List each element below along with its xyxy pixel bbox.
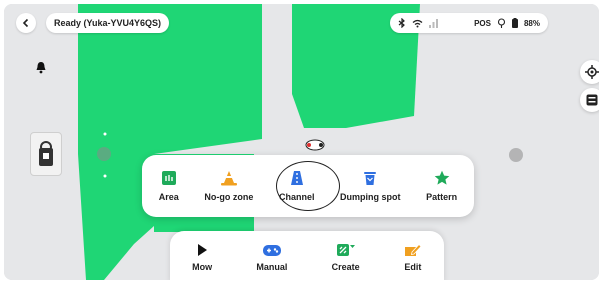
battery-percent: 88% xyxy=(523,18,540,28)
battery-icon xyxy=(511,18,518,28)
status-right-group: POS 88% xyxy=(390,13,548,33)
nav-create[interactable]: Create xyxy=(332,243,360,272)
bottom-navigation: Mow Manual Create Edit xyxy=(170,231,444,280)
path-marker xyxy=(103,132,107,136)
highlight-circle-annotation xyxy=(276,161,340,211)
tool-area[interactable]: Area xyxy=(159,170,179,202)
bluetooth-icon xyxy=(398,18,406,28)
locate-button[interactable] xyxy=(580,60,599,84)
gamepad-icon xyxy=(262,244,281,256)
traffic-cone-icon xyxy=(220,171,237,186)
back-button[interactable] xyxy=(16,13,36,33)
mower-robot xyxy=(305,139,325,151)
star-icon xyxy=(434,170,449,185)
tool-dumping-spot[interactable]: Dumping spot xyxy=(340,170,401,202)
tool-pattern[interactable]: Pattern xyxy=(426,170,457,202)
app-frame: Ready (Yuka-YVU4Y6QS) POS 88% Area No-go… xyxy=(4,4,599,280)
map-settings-button[interactable] xyxy=(580,88,599,112)
nav-mow-label: Mow xyxy=(192,261,213,272)
crosshair-icon xyxy=(585,65,599,79)
charging-station[interactable] xyxy=(30,132,62,176)
tool-no-go-zone[interactable]: No-go zone xyxy=(204,170,253,202)
status-left-group: Ready (Yuka-YVU4Y6QS) xyxy=(16,12,170,34)
bell-icon xyxy=(36,61,46,73)
path-marker xyxy=(103,174,107,178)
robot-status-pill[interactable]: Ready (Yuka-YVU4Y6QS) xyxy=(46,13,170,33)
nav-manual-label: Manual xyxy=(256,261,288,272)
create-icon xyxy=(336,243,355,256)
nav-mow[interactable]: Mow xyxy=(192,243,212,272)
nav-create-label: Create xyxy=(331,261,360,272)
tool-no-go-zone-label: No-go zone xyxy=(204,192,254,202)
waypoint-left xyxy=(97,147,111,161)
area-icon xyxy=(161,171,176,185)
play-icon xyxy=(198,243,208,256)
wifi-icon xyxy=(412,19,423,28)
nav-manual[interactable]: Manual xyxy=(256,243,287,272)
notification-button[interactable] xyxy=(32,58,50,76)
robot-status-text: Ready (Yuka-YVU4Y6QS) xyxy=(54,18,162,28)
waypoint-right xyxy=(509,148,523,162)
cellular-signal-icon xyxy=(429,18,438,28)
chevron-left-icon xyxy=(22,18,29,28)
map-layers-icon xyxy=(586,94,598,106)
nav-edit-label: Edit xyxy=(404,261,422,272)
tool-area-label: Area xyxy=(158,192,179,202)
tool-dumping-spot-label: Dumping spot xyxy=(340,192,401,202)
charging-station-icon xyxy=(39,141,53,166)
edit-icon xyxy=(404,243,422,256)
trash-bin-icon xyxy=(364,172,377,185)
nav-edit[interactable]: Edit xyxy=(404,243,422,272)
satellite-icon xyxy=(497,18,506,28)
network-label: POS xyxy=(474,18,491,28)
tool-pattern-label: Pattern xyxy=(426,192,458,202)
